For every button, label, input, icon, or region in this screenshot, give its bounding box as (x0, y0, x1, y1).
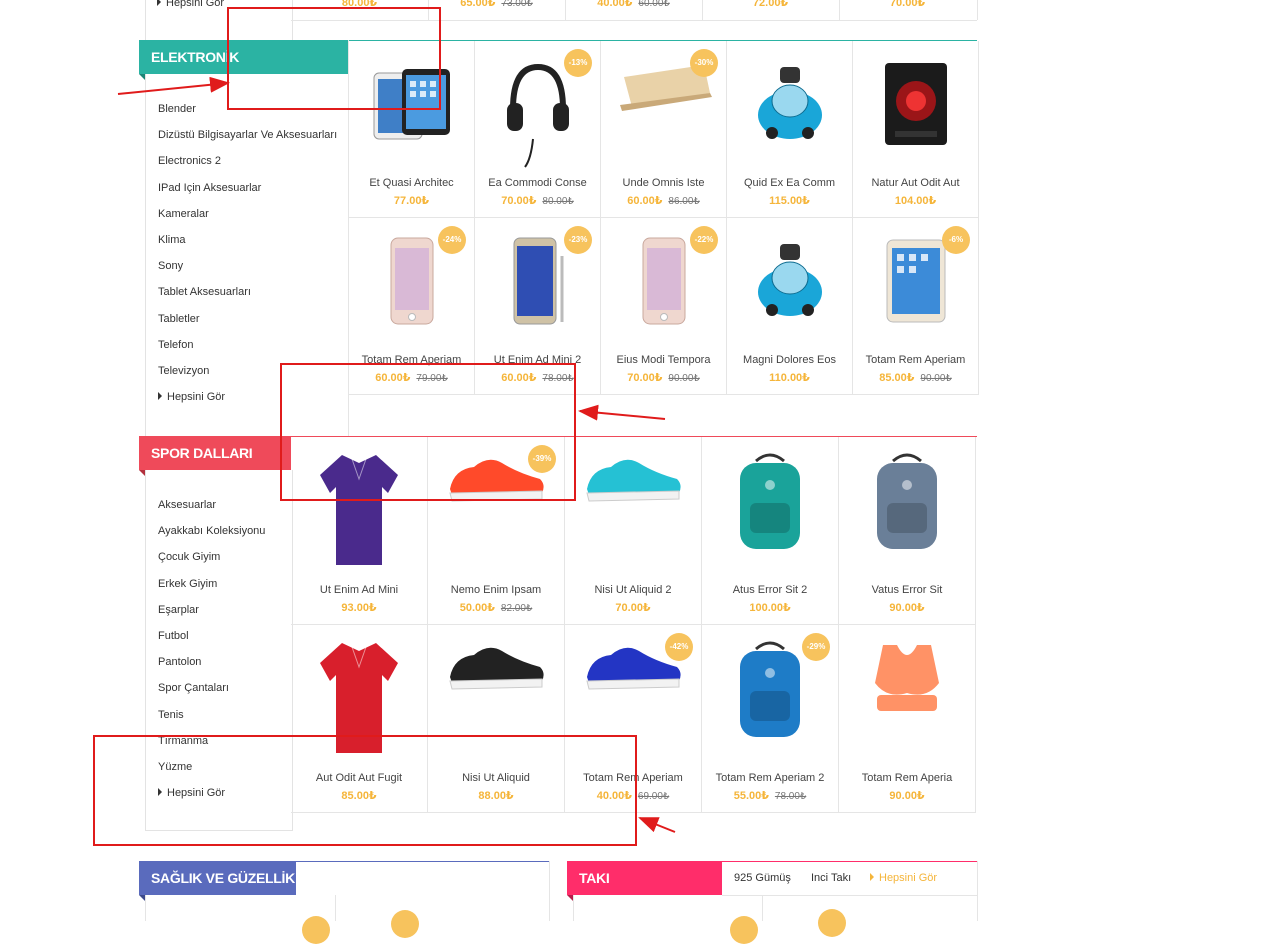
annotation-arrows (117, 76, 676, 833)
annotation-arrow (638, 817, 676, 833)
annotation-arrow (578, 404, 666, 421)
annotation-arrow (117, 76, 230, 95)
